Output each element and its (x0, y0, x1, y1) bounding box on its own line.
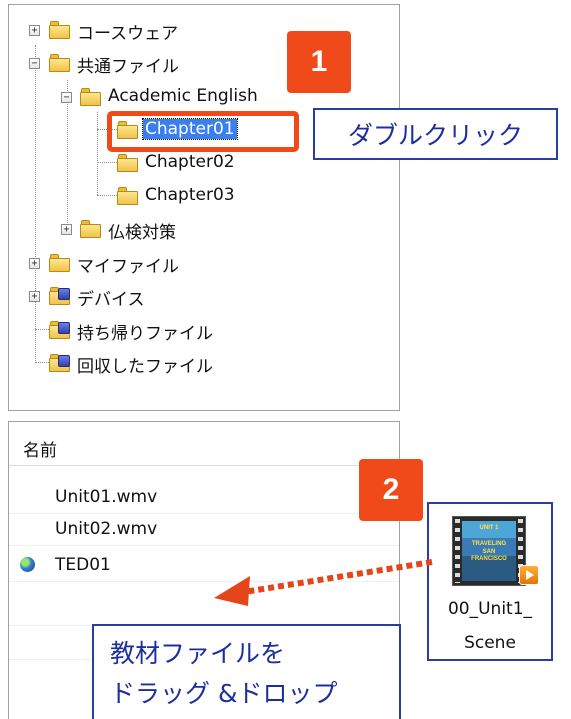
tree-item-label: Chapter02 (145, 152, 235, 172)
special-folder-icon (49, 321, 71, 339)
drag-drop-callout: 教材ファイルを ドラッグ &ドロップ (92, 624, 401, 719)
file-name: Unit02.wmv (55, 519, 158, 539)
expand-icon[interactable]: + (61, 224, 72, 235)
tree-item-label: コースウェア (77, 24, 179, 44)
folder-icon (49, 254, 71, 272)
thumb-text: TRAVELING (471, 541, 507, 547)
tree-item-my-files[interactable]: + マイファイル (9, 248, 399, 278)
special-folder-icon (49, 354, 71, 372)
folder-icon (80, 220, 102, 238)
step-number-badge: 2 (359, 459, 423, 521)
tree-item-label: 共通ファイル (77, 57, 179, 77)
folder-icon (49, 21, 71, 39)
caption-line: 00_Unit1_ (447, 599, 533, 619)
selection-highlight-frame (107, 111, 299, 152)
desktop-icon-caption: 00_Unit1_ Scene (429, 592, 551, 660)
tree-item-label: デバイス (77, 290, 145, 310)
tree-item-chapter03[interactable]: Chapter03 (9, 181, 399, 211)
file-name: TED01 (55, 555, 111, 575)
step-number-badge: 1 (287, 31, 351, 93)
tree-item-label: Academic English (108, 86, 258, 106)
callout-text: 教材ファイルを (110, 639, 286, 668)
tree-item-collected-files[interactable]: 回収したファイル (9, 348, 399, 378)
expand-icon[interactable]: + (29, 291, 40, 302)
tree-item-label: Chapter03 (145, 185, 235, 205)
list-item[interactable]: Unit02.wmv (9, 512, 399, 546)
collapse-icon[interactable]: − (61, 92, 72, 103)
globe-icon (20, 557, 35, 572)
caption-line: Scene (464, 633, 516, 653)
tree-item-label: 回収したファイル (77, 357, 213, 377)
collapse-icon[interactable]: − (29, 58, 40, 69)
callout-text: ダブルクリック (347, 121, 523, 150)
list-item[interactable]: Unit01.wmv (9, 480, 399, 514)
video-thumbnail-icon: UNIT 1 TRAVELING SAN FRANCISCO (452, 516, 539, 586)
tree-item-devices[interactable]: + デバイス (9, 281, 399, 311)
tree-item-french-exam[interactable]: + 仏検対策 (9, 214, 399, 244)
double-click-callout: ダブルクリック (313, 108, 558, 160)
folder-icon (80, 88, 102, 106)
tree-item-label: マイファイル (77, 257, 179, 277)
tree-item-label: 仏検対策 (108, 223, 176, 243)
file-name: Unit01.wmv (55, 487, 158, 507)
tree-item-take-home-files[interactable]: 持ち帰りファイル (9, 315, 399, 345)
folder-icon (49, 54, 71, 72)
play-icon (519, 565, 539, 585)
callout-text: ドラッグ &ドロップ (110, 679, 338, 708)
expand-icon[interactable]: + (29, 25, 40, 36)
folder-icon (117, 187, 139, 205)
thumb-text: UNIT 1 (479, 525, 499, 531)
column-header-name[interactable]: 名前 (9, 422, 399, 466)
folder-icon (117, 154, 139, 172)
drag-arrow-icon (214, 559, 433, 606)
thumb-text: SAN FRANCISCO (471, 549, 507, 562)
tree-item-label: 持ち帰りファイル (77, 324, 213, 344)
desktop-file-icon[interactable]: UNIT 1 TRAVELING SAN FRANCISCO 00_Unit1_… (427, 502, 553, 661)
expand-icon[interactable]: + (29, 258, 40, 269)
special-folder-icon (49, 287, 71, 305)
